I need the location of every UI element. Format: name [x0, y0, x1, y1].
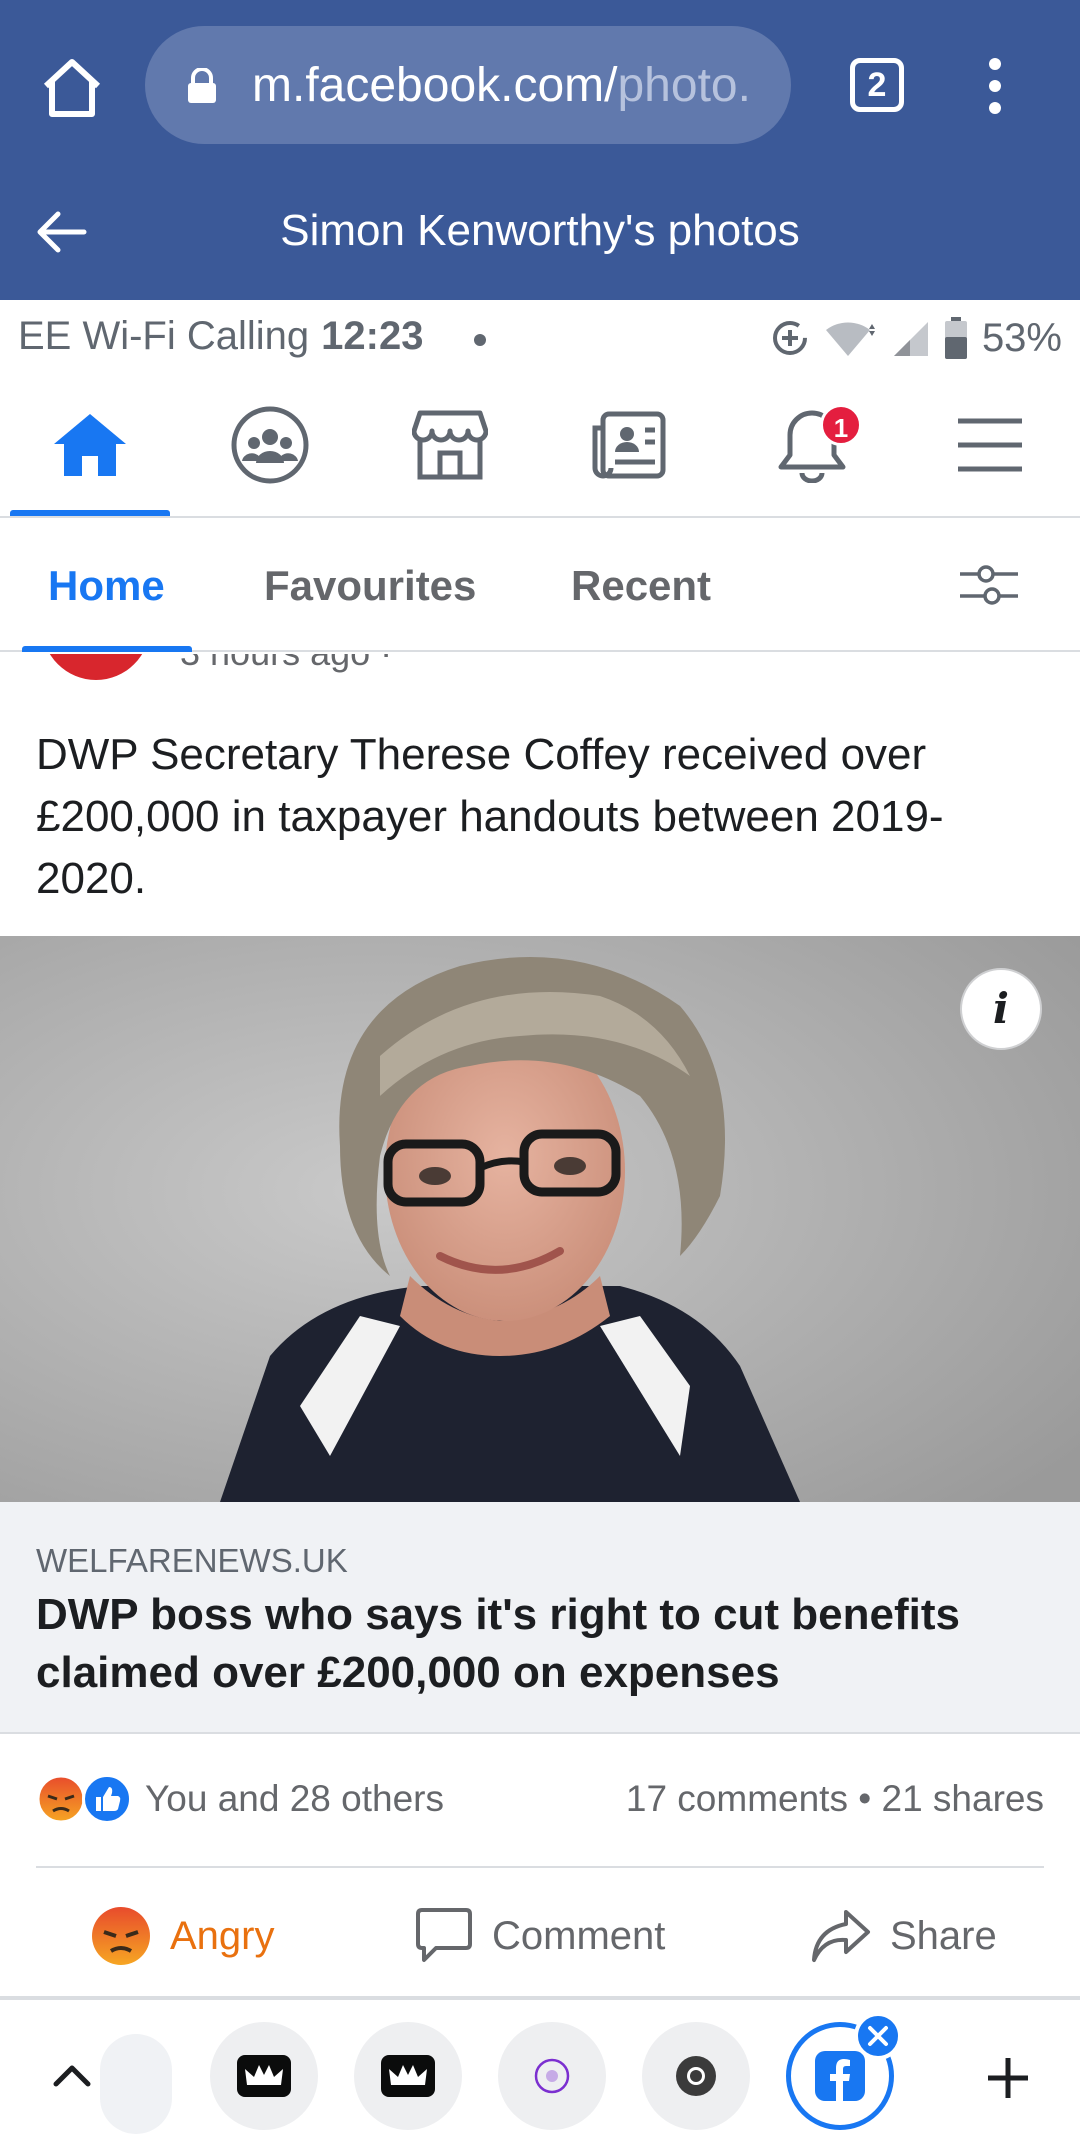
chrome-icon: [676, 2056, 716, 2096]
page-title: Simon Kenworthy's photos: [280, 206, 800, 255]
carrier-label: EE Wi-Fi Calling: [18, 314, 310, 358]
crown-icon: [381, 2055, 435, 2097]
browser-toolbar: m.facebook.com/photo. 2 Simon Kenworthy'…: [0, 0, 1080, 300]
close-icon: [868, 2026, 888, 2046]
browser-home-icon[interactable]: [38, 54, 106, 122]
reactions-text: You and 28 others: [145, 1778, 444, 1819]
angry-icon: [92, 1907, 150, 1965]
shares-count[interactable]: 21 shares: [882, 1778, 1045, 1819]
status-right: 53%: [770, 314, 1062, 362]
menu-icon: [958, 418, 1022, 472]
comment-label: Comment: [492, 1913, 666, 1958]
link-domain: WELFARENEWS.UK: [36, 1542, 348, 1579]
post-actions: Angry Comment Share: [0, 1868, 1080, 2000]
nav-active-indicator: [10, 510, 170, 516]
comment-icon: [416, 1908, 472, 1962]
notification-badge: 1: [820, 404, 862, 446]
angry-reaction-icon: [36, 1774, 86, 1824]
like-reaction-icon: [82, 1774, 132, 1824]
feed-tabs: Home Favourites Recent: [0, 518, 1080, 652]
thumbs-up-icon: [96, 1787, 121, 1811]
post-stats[interactable]: 17 comments • 21 shares: [626, 1778, 1044, 1820]
url-host: m.facebook.com/: [252, 59, 618, 112]
clock: 12:23: [321, 314, 424, 358]
url-text: m.facebook.com/photo.: [252, 58, 772, 113]
author-avatar[interactable]: [42, 654, 150, 680]
nav-home[interactable]: [40, 400, 140, 490]
portrait-photo: [0, 936, 1080, 1502]
comment-button[interactable]: Comment: [414, 1904, 665, 1968]
home-icon: [54, 414, 126, 476]
app-bubble-chrome[interactable]: [642, 2022, 750, 2130]
info-icon[interactable]: i: [960, 968, 1042, 1050]
post-timestamp: 3 hours ago ·: [180, 654, 392, 674]
app-bubble-govuk-1[interactable]: [210, 2022, 318, 2130]
plus-icon[interactable]: [984, 2054, 1032, 2102]
tab-favourites[interactable]: Favourites: [264, 562, 476, 610]
close-bubble-button[interactable]: [854, 2012, 902, 2060]
reaction-icons: [36, 1774, 136, 1824]
share-label: Share: [890, 1913, 997, 1958]
signal-icon: [893, 322, 928, 356]
news-feed-icon: [592, 411, 666, 479]
stats-separator: •: [858, 1778, 872, 1819]
filter-icon[interactable]: [958, 562, 1020, 608]
link-title[interactable]: DWP boss who says it's right to cut bene…: [36, 1586, 1046, 1702]
groups-icon: [231, 406, 309, 484]
angry-label: Angry: [170, 1913, 275, 1958]
battery-icon: [944, 317, 967, 359]
data-saver-icon: [772, 321, 807, 355]
nav-notifications[interactable]: 1: [762, 400, 862, 490]
marketplace-icon: [412, 410, 488, 480]
app-bubble-partial[interactable]: [100, 2034, 172, 2134]
tab-home[interactable]: Home: [48, 562, 165, 610]
link-image[interactable]: [0, 936, 1080, 1502]
notification-dot-icon: [474, 334, 486, 346]
bt-logo-icon: [534, 2058, 570, 2094]
status-bar: EE Wi-Fi Calling 12:23 53%: [0, 300, 1080, 376]
nav-news[interactable]: [578, 400, 678, 490]
crown-icon: [237, 2055, 291, 2097]
link-preview[interactable]: WELFARENEWS.UK DWP boss who says it's ri…: [0, 1502, 1080, 1734]
facebook-icon: [815, 2051, 865, 2101]
more-options-icon[interactable]: [980, 56, 1010, 116]
reactions-summary[interactable]: You and 28 others 17 comments • 21 share…: [0, 1734, 1080, 1868]
app-bubble-govuk-2[interactable]: [354, 2022, 462, 2130]
chevron-up-icon[interactable]: [50, 2054, 94, 2098]
nav-marketplace[interactable]: [400, 400, 500, 490]
url-path: photo.: [617, 59, 751, 112]
share-button[interactable]: Share: [810, 1904, 997, 1968]
facebook-nav-bar: 1: [0, 376, 1080, 518]
app-bubble-bt[interactable]: [498, 2022, 606, 2130]
battery-percent: 53%: [981, 315, 1062, 360]
status-left: EE Wi-Fi Calling 12:23: [18, 314, 423, 359]
bubble-app-switcher: [0, 2004, 1080, 2148]
tab-switcher-button[interactable]: 2: [850, 58, 904, 112]
nav-groups[interactable]: [220, 400, 320, 490]
nav-menu[interactable]: [940, 400, 1040, 490]
address-bar[interactable]: m.facebook.com/photo.: [145, 26, 791, 144]
post-header: 3 hours ago ·: [0, 654, 1080, 680]
tab-recent[interactable]: Recent: [571, 562, 711, 610]
wifi-icon: [825, 322, 875, 356]
lock-icon: [188, 68, 216, 103]
angry-button[interactable]: Angry: [90, 1904, 275, 1968]
tab-active-indicator: [22, 646, 192, 652]
share-icon: [812, 1910, 870, 1962]
comments-count[interactable]: 17 comments: [626, 1778, 848, 1819]
post-text: DWP Secretary Therese Coffey received ov…: [36, 730, 944, 903]
